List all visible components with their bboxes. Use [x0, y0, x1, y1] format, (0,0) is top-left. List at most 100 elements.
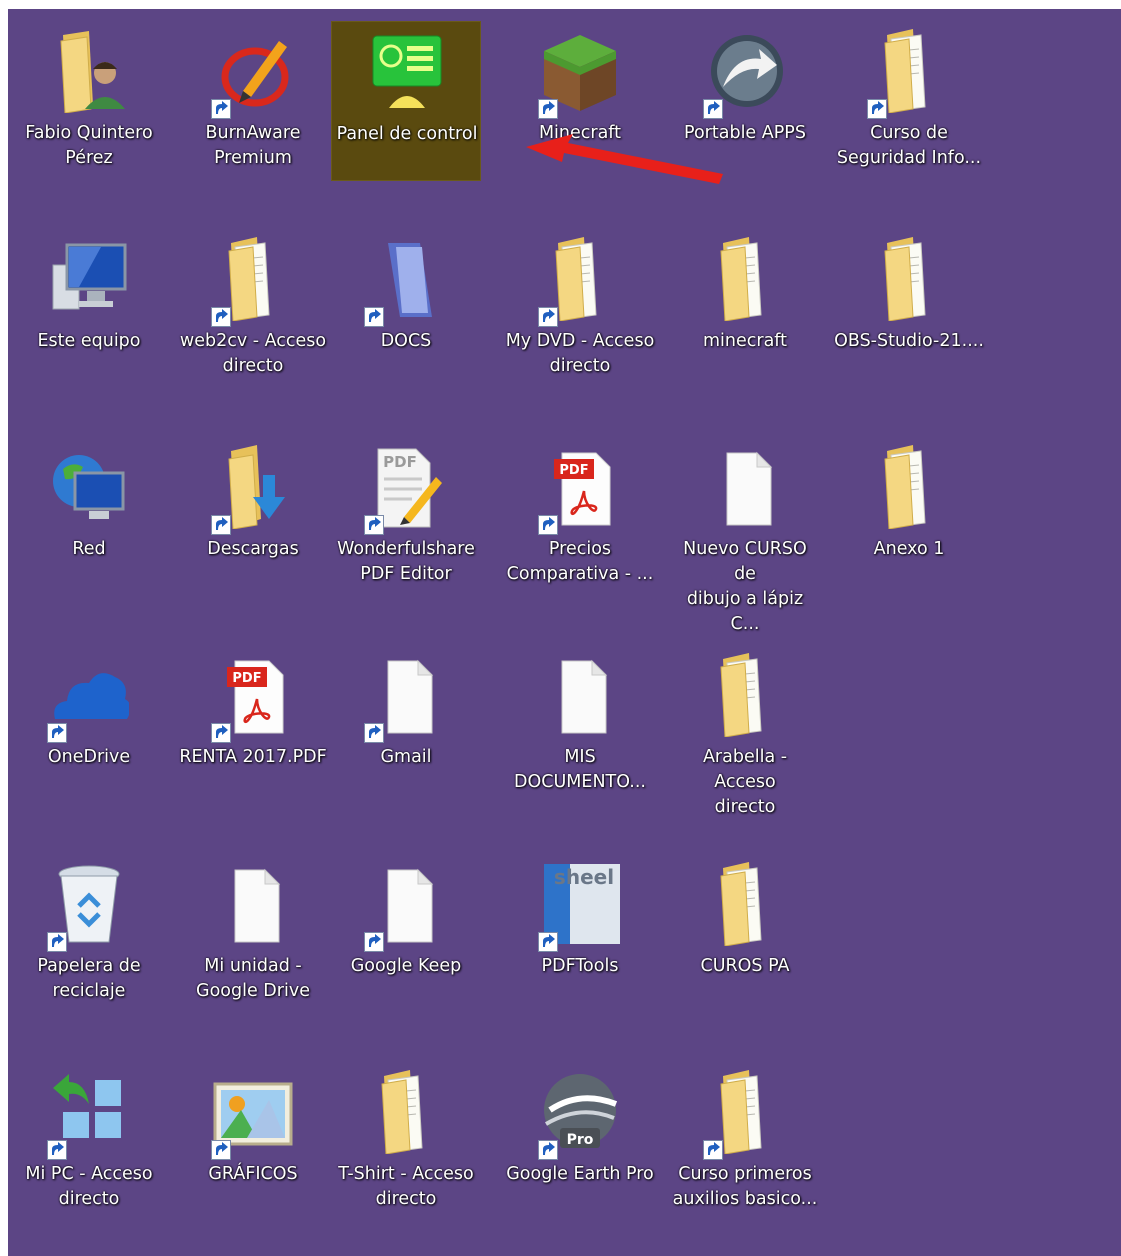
desktop-icon-label: web2cv - Acceso directo	[179, 331, 327, 376]
desktop-icon-label: Gmail	[380, 747, 432, 767]
desktop-icon-label: Curso primeros auxilios basico...	[672, 1164, 818, 1209]
minecraft-block-icon	[538, 29, 620, 119]
shortcut-arrow-icon	[211, 1140, 231, 1160]
blank-file-icon	[364, 862, 446, 952]
folder-icon	[869, 237, 949, 321]
desktop-icon-label: Este equipo	[37, 331, 141, 351]
burnaware-icon	[211, 29, 293, 119]
desktop-icon-label: My DVD - Acceso directo	[505, 331, 655, 376]
svg-text:PDF: PDF	[383, 453, 417, 471]
desktop-icon-papelera-de[interactable]: Papelera de reciclaje	[14, 854, 164, 1014]
onedrive-cloud-icon	[47, 653, 129, 743]
pdf-file-icon: PDF	[211, 653, 293, 743]
folder-icon	[705, 862, 785, 946]
desktop-icon-gráficos[interactable]: GRÁFICOS	[178, 1062, 328, 1222]
blank-file-icon	[705, 445, 785, 529]
red-arrow-annotation	[526, 134, 723, 184]
portableapps-icon	[703, 29, 785, 119]
desktop-icon-google-keep[interactable]: Google Keep	[331, 854, 481, 1014]
desktop-icon-mis[interactable]: MIS DOCUMENTO...	[505, 645, 655, 805]
desktop-icon-label: Wonderfulshare PDF Editor	[337, 539, 475, 584]
desktop-icon-minecraft[interactable]: minecraft	[670, 229, 820, 389]
desktop-icon-red[interactable]: Red	[14, 437, 164, 597]
desktop-icon-curso-de[interactable]: Curso de Seguridad Info...	[834, 21, 984, 181]
desktop-icon-label: Precios Comparativa - ...	[506, 539, 654, 584]
svg-text:PDF: PDF	[559, 463, 588, 478]
desktop-icon-burnaware[interactable]: BurnAware Premium	[178, 21, 328, 181]
desktop-icon-gmail[interactable]: Gmail	[331, 645, 481, 805]
desktop-icon-mi-unidad[interactable]: Mi unidad - Google Drive	[178, 854, 328, 1014]
desktop[interactable]: Fabio Quintero Pérez BurnAware Premium P…	[8, 9, 1121, 1256]
desktop-icon-curso-primeros[interactable]: Curso primeros auxilios basico...	[670, 1062, 820, 1222]
shortcut-arrow-icon	[47, 932, 67, 952]
pdftools-icon: sheel	[538, 862, 620, 952]
desktop-icon-arabella-acceso[interactable]: Arabella - Acceso directo	[670, 645, 820, 817]
desktop-icon-label: Google Earth Pro	[506, 1164, 654, 1184]
desktop-icon-precios[interactable]: PDF Precios Comparativa - ...	[505, 437, 655, 597]
desktop-icon-nuevo-curso-de[interactable]: Nuevo CURSO de dibujo a lápiz C...	[670, 437, 820, 634]
shortcut-arrow-icon	[211, 723, 231, 743]
computer-icon	[49, 237, 129, 321]
desktop-icon-label: DOCS	[380, 331, 432, 351]
desktop-icon-label: MIS DOCUMENTO...	[514, 747, 646, 792]
control-panel-icon	[367, 30, 447, 114]
shortcut-arrow-icon	[211, 99, 231, 119]
desktop-icon-label: Arabella - Acceso directo	[702, 747, 788, 817]
desktop-icon-docs[interactable]: DOCS	[331, 229, 481, 389]
shortcut-arrow-icon	[364, 932, 384, 952]
folder-icon	[705, 653, 785, 737]
shortcut-arrow-icon	[538, 515, 558, 535]
shortcut-arrow-icon	[364, 307, 384, 327]
desktop-icon-label: Fabio Quintero Pérez	[25, 123, 153, 168]
shortcut-arrow-icon	[538, 99, 558, 119]
desktop-icon-wonderfulshare[interactable]: PDF Wonderfulshare PDF Editor	[331, 437, 481, 597]
desktop-icon-label: GRÁFICOS	[208, 1164, 298, 1184]
desktop-icon-descargas[interactable]: Descargas	[178, 437, 328, 597]
desktop-icon-curos-pa[interactable]: CUROS PA	[670, 854, 820, 1014]
tiles-icon	[47, 1070, 129, 1160]
shortcut-arrow-icon	[211, 515, 231, 535]
folder-icon	[705, 237, 785, 321]
desktop-icon-label: T-Shirt - Acceso directo	[338, 1164, 474, 1209]
desktop-icon-label: Red	[72, 539, 106, 559]
pdf-editor-icon: PDF	[364, 445, 446, 535]
shortcut-arrow-icon	[867, 99, 887, 119]
desktop-icon-este-equipo[interactable]: Este equipo	[14, 229, 164, 389]
desktop-icon-label: CUROS PA	[700, 956, 790, 976]
shortcut-arrow-icon	[703, 1140, 723, 1160]
library-icon	[364, 237, 446, 327]
desktop-icon-label: Curso de Seguridad Info...	[836, 123, 982, 168]
shortcut-arrow-icon	[364, 723, 384, 743]
desktop-icon-label: OBS-Studio-21....	[834, 331, 984, 351]
shortcut-arrow-icon	[538, 1140, 558, 1160]
desktop-icon-obs-studio-21[interactable]: OBS-Studio-21....	[834, 229, 984, 389]
shortcut-arrow-icon	[47, 1140, 67, 1160]
desktop-icon-label: Panel de control	[336, 124, 478, 144]
desktop-icon-my-dvd-acceso[interactable]: My DVD - Acceso directo	[505, 229, 655, 389]
folder-icon	[366, 1070, 446, 1154]
desktop-icon-renta-2017-pdf[interactable]: PDF RENTA 2017.PDF	[178, 645, 328, 805]
desktop-icon-t-shirt-acceso[interactable]: T-Shirt - Acceso directo	[331, 1062, 481, 1222]
desktop-icon-onedrive[interactable]: OneDrive	[14, 645, 164, 805]
desktop-icon-pdftools[interactable]: sheel PDFTools	[505, 854, 655, 1014]
desktop-icon-mi-pc-acceso[interactable]: Mi PC - Acceso directo	[14, 1062, 164, 1222]
recycle-bin-icon	[47, 862, 129, 952]
desktop-icon-fabio-quintero[interactable]: Fabio Quintero Pérez	[14, 21, 164, 181]
desktop-icon-label: PDFTools	[541, 956, 619, 976]
desktop-icon-google-earth-pro[interactable]: Pro Google Earth Pro	[505, 1062, 655, 1222]
svg-text:Pro: Pro	[567, 1132, 594, 1148]
shortcut-arrow-icon	[47, 723, 67, 743]
desktop-icon-anexo-1[interactable]: Anexo 1	[834, 437, 984, 597]
desktop-icon-label: Mi PC - Acceso directo	[25, 1164, 153, 1209]
folder-icon	[703, 1070, 785, 1160]
shortcut-arrow-icon	[211, 307, 231, 327]
desktop-icon-label: Google Keep	[350, 956, 462, 976]
blank-file-icon	[364, 653, 446, 743]
desktop-icon-panel-de-control[interactable]: Panel de control	[331, 21, 481, 181]
picture-icon	[211, 1070, 293, 1160]
desktop-icon-label: Anexo 1	[873, 539, 945, 559]
desktop-icon-label: minecraft	[702, 331, 788, 351]
desktop-icon-web2cv-acceso[interactable]: web2cv - Acceso directo	[178, 229, 328, 389]
pdf-file-icon: PDF	[538, 445, 620, 535]
blank-file-icon	[540, 653, 620, 737]
